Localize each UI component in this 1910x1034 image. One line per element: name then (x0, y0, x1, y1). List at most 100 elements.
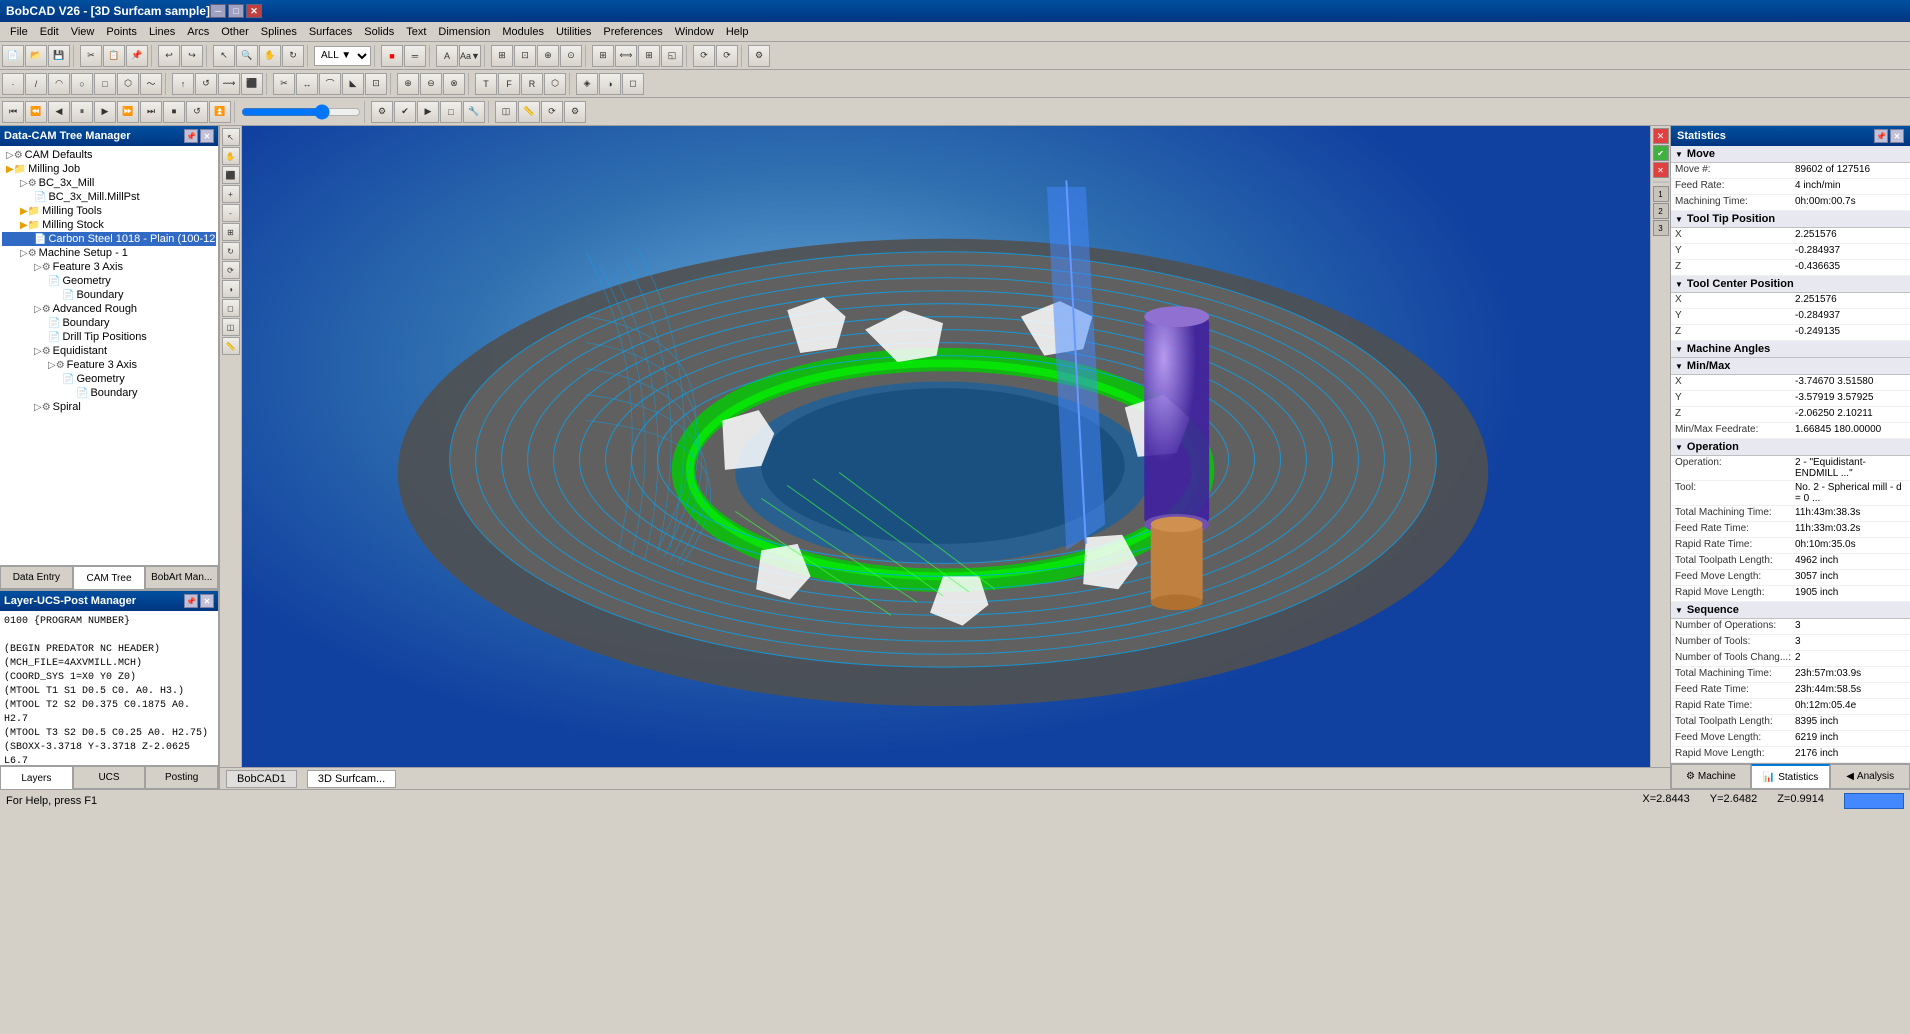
stats-section-header[interactable]: ▼Tool Tip Position (1671, 211, 1910, 228)
tree-item[interactable]: ▷⚙BC_3x_Mill (2, 176, 216, 190)
tree-item[interactable]: 📄Carbon Steel 1018 - Plain (100-125 HB) (2, 232, 216, 246)
menu-other[interactable]: Other (215, 24, 255, 40)
shade-button[interactable]: ◑ (599, 73, 621, 95)
live-close-button[interactable]: ✕ (1653, 128, 1669, 144)
tree-item[interactable]: ▷⚙Machine Setup - 1 (2, 246, 216, 260)
menu-text[interactable]: Text (400, 24, 432, 40)
tab-bobart-man[interactable]: BobArt Man... (145, 566, 218, 589)
chamfer-button[interactable]: ◣ (342, 73, 364, 95)
boolean-sub-button[interactable]: ⊖ (420, 73, 442, 95)
menu-modules[interactable]: Modules (496, 24, 550, 40)
array-button[interactable]: ⊞ (638, 45, 660, 67)
tree-item[interactable]: 📄Geometry (2, 372, 216, 386)
tab-posting[interactable]: Posting (145, 766, 218, 789)
tree-item[interactable]: 📄Geometry (2, 274, 216, 288)
vt-measure-button[interactable]: 📏 (222, 337, 240, 355)
live-3-button[interactable]: 3 (1653, 220, 1669, 236)
text-button[interactable]: A (436, 45, 458, 67)
menu-view[interactable]: View (65, 24, 101, 40)
boolean-int-button[interactable]: ⊗ (443, 73, 465, 95)
zoom-button[interactable]: 🔍 (236, 45, 258, 67)
copy-button[interactable]: 📋 (103, 45, 125, 67)
live-2-button[interactable]: 2 (1653, 203, 1669, 219)
cam-tool-button[interactable]: 🔧 (463, 101, 485, 123)
pan-button[interactable]: ✋ (259, 45, 281, 67)
cam-options-button[interactable]: ⚙ (564, 101, 586, 123)
stats-close-button[interactable]: ✕ (1890, 129, 1904, 143)
tree-item[interactable]: 📄Boundary (2, 316, 216, 330)
maximize-button[interactable]: □ (228, 4, 244, 18)
vt-wire-button[interactable]: ◻ (222, 299, 240, 317)
tree-item[interactable]: ▷⚙Equidistant (2, 344, 216, 358)
spline-button[interactable]: 〜 (140, 73, 162, 95)
cam-slider[interactable] (241, 103, 361, 121)
save-button[interactable]: 💾 (48, 45, 70, 67)
rotate-button[interactable]: ↻ (282, 45, 304, 67)
stats-section-header[interactable]: ▼Tool Center Position (1671, 276, 1910, 293)
view-right-button[interactable]: R (521, 73, 543, 95)
cam-step-back-button[interactable]: ⏪ (25, 101, 47, 123)
tree-item[interactable]: ▶📁Milling Stock (2, 218, 216, 232)
arc-button[interactable]: ◠ (48, 73, 70, 95)
snap-grid-button[interactable]: ⊞ (491, 45, 513, 67)
tree-item[interactable]: ▷⚙Advanced Rough (2, 302, 216, 316)
viewport-tab-2[interactable]: 3D Surfcam... (307, 770, 396, 788)
mirror-button[interactable]: ⟺ (615, 45, 637, 67)
trim-button[interactable]: ✂ (273, 73, 295, 95)
vt-select-button[interactable]: ↖ (222, 128, 240, 146)
minimize-button[interactable]: ─ (210, 4, 226, 18)
cam-stock-button[interactable]: □ (440, 101, 462, 123)
scale-button[interactable]: ◱ (661, 45, 683, 67)
redraw-button[interactable]: ⟳ (716, 45, 738, 67)
vt-dyn-rotate-button[interactable]: ⟳ (222, 261, 240, 279)
new-button[interactable]: 📄 (2, 45, 24, 67)
menu-splines[interactable]: Splines (255, 24, 303, 40)
tree-item[interactable]: ▷⚙Feature 3 Axis (2, 260, 216, 274)
circle-button[interactable]: ○ (71, 73, 93, 95)
paste-button[interactable]: 📌 (126, 45, 148, 67)
tree-item[interactable]: 📄Boundary (2, 386, 216, 400)
stats-section-header[interactable]: ▼Min/Max (1671, 358, 1910, 375)
vt-zoom-all-button[interactable]: ⊞ (222, 223, 240, 241)
menu-arcs[interactable]: Arcs (181, 24, 215, 40)
cam-sim-button[interactable]: ▶ (417, 101, 439, 123)
view-front-button[interactable]: F (498, 73, 520, 95)
view-top-button[interactable]: T (475, 73, 497, 95)
cam-fast-button[interactable]: ⏫ (209, 101, 231, 123)
offset-button[interactable]: ⊡ (365, 73, 387, 95)
tree-item[interactable]: 📄Drill Tip Positions (2, 330, 216, 344)
view-iso-button[interactable]: ⬡ (544, 73, 566, 95)
cam-next-button[interactable]: ▶ (94, 101, 116, 123)
cam-play-button[interactable]: ⏮ (2, 101, 24, 123)
stats-tab-machine[interactable]: ⚙ Machine (1671, 764, 1751, 789)
vt-shade-button[interactable]: ◑ (222, 280, 240, 298)
cam-pause-button[interactable]: ⏸ (71, 101, 93, 123)
redo-button[interactable]: ↪ (181, 45, 203, 67)
fillet-button[interactable]: ⌒ (319, 73, 341, 95)
ucs-pin-button[interactable]: 📌 (184, 594, 198, 608)
menu-lines[interactable]: Lines (143, 24, 181, 40)
tree-item[interactable]: 📄Boundary (2, 288, 216, 302)
loft-button[interactable]: ⬛ (241, 73, 263, 95)
menu-help[interactable]: Help (720, 24, 755, 40)
menu-dimension[interactable]: Dimension (432, 24, 496, 40)
menu-surfaces[interactable]: Surfaces (303, 24, 358, 40)
tree-item[interactable]: ▷⚙Spiral (2, 400, 216, 414)
cam-verify-button[interactable]: ✔ (394, 101, 416, 123)
cam-loop-button[interactable]: ↺ (186, 101, 208, 123)
cam-tree-pin-button[interactable]: 📌 (184, 129, 198, 143)
font-button[interactable]: Aa▼ (459, 45, 481, 67)
tree-item[interactable]: ▶📁Milling Tools (2, 204, 216, 218)
vt-zoom-in-button[interactable]: + (222, 185, 240, 203)
stats-section-header[interactable]: ▼Sequence (1671, 602, 1910, 619)
revolve-button[interactable]: ↺ (195, 73, 217, 95)
snap-mid-button[interactable]: ⊕ (537, 45, 559, 67)
cam-stop-button[interactable]: ⏹ (163, 101, 185, 123)
extend-button[interactable]: ↔ (296, 73, 318, 95)
cam-measure-button[interactable]: 📏 (518, 101, 540, 123)
menu-edit[interactable]: Edit (34, 24, 65, 40)
wire-button[interactable]: ◻ (622, 73, 644, 95)
cam-section-button[interactable]: ◫ (495, 101, 517, 123)
vt-section-button[interactable]: ◫ (222, 318, 240, 336)
live-check-button[interactable]: ✔ (1653, 145, 1669, 161)
